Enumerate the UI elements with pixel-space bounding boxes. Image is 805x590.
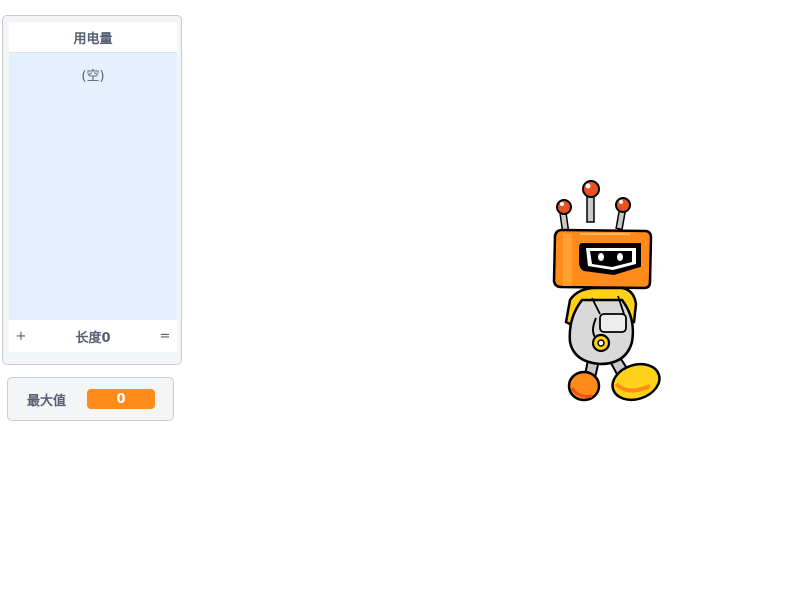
list-empty-label: (空) (81, 69, 105, 84)
add-item-button[interactable]: + (15, 329, 27, 344)
body-group (564, 286, 638, 366)
variable-label: 最大值 (27, 393, 67, 409)
variable-monitor[interactable]: 最大值 0 (7, 377, 174, 421)
list-monitor[interactable]: 用电量 (空) + 长度0 = (2, 15, 182, 365)
variable-value: 0 (87, 389, 155, 409)
list-footer: + 长度0 = (9, 320, 177, 352)
resize-handle[interactable]: = (159, 329, 171, 344)
list-contents: (空) (9, 53, 177, 320)
robot-sprite[interactable] (545, 178, 667, 406)
head-group (552, 228, 653, 290)
list-length-label: 长度0 (75, 330, 111, 346)
list-title: 用电量 (9, 22, 177, 53)
antenna-group (556, 180, 631, 234)
